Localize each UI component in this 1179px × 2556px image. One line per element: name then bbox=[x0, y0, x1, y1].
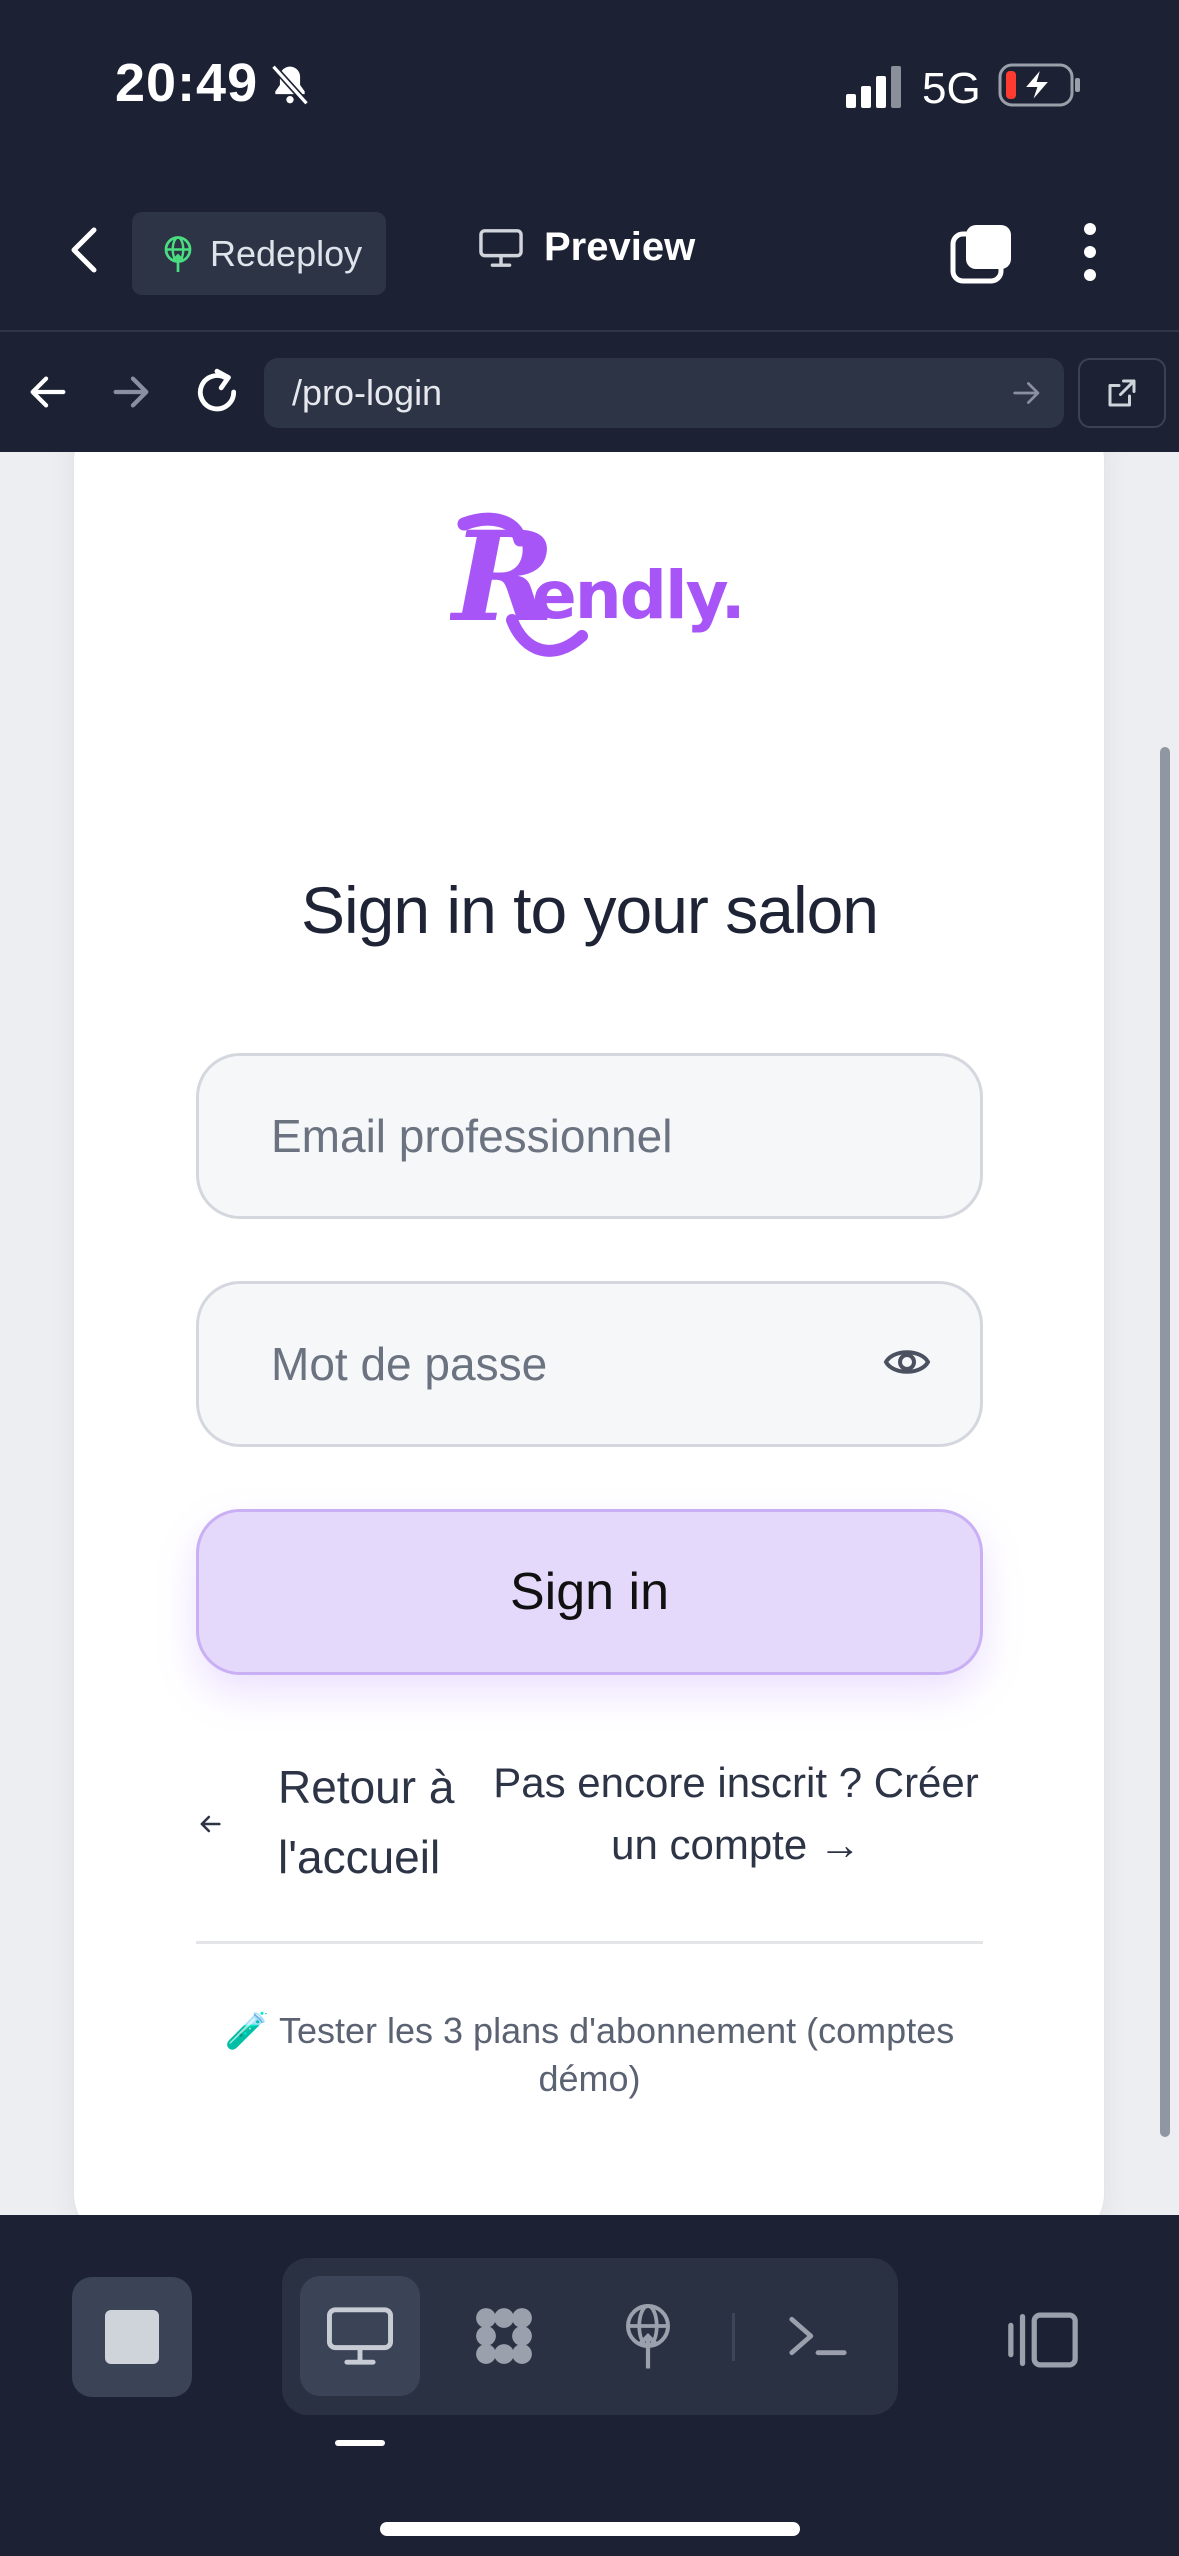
preview-label: Preview bbox=[544, 225, 696, 269]
reload-icon[interactable] bbox=[192, 362, 242, 422]
tool-switcher bbox=[282, 2258, 898, 2415]
web-viewport: R endly. Sign in to your salon Email pro… bbox=[0, 452, 1179, 2215]
url-text: /pro-login bbox=[292, 372, 443, 413]
globe-icon bbox=[164, 235, 192, 272]
test-plans-label: Tester les 3 plans d'abonnement (comptes… bbox=[278, 2010, 955, 2099]
go-arrow-icon[interactable] bbox=[1010, 378, 1044, 408]
home-indicator bbox=[380, 2522, 800, 2536]
scrollbar[interactable] bbox=[1160, 747, 1170, 2137]
status-bar: 20:49 5G bbox=[0, 0, 1179, 175]
external-link-icon bbox=[1108, 379, 1136, 407]
chevron-left-icon[interactable] bbox=[60, 220, 110, 280]
preview-tab[interactable]: Preview bbox=[478, 225, 695, 270]
back-home-link[interactable]: Retour à l'accueil bbox=[278, 1752, 478, 1892]
arrow-left-icon[interactable] bbox=[196, 1810, 224, 1838]
rendly-logo: R endly. bbox=[450, 512, 746, 657]
stop-button[interactable] bbox=[72, 2277, 192, 2397]
test-plans-link[interactable]: 🧪 Tester les 3 plans d'abonnement (compt… bbox=[196, 2007, 983, 2103]
arrow-left-icon[interactable] bbox=[25, 364, 71, 420]
deploy-icon bbox=[626, 2304, 670, 2369]
email-placeholder: Email professionnel bbox=[271, 1110, 673, 1162]
more-vertical-icon[interactable] bbox=[1075, 220, 1105, 284]
browser-toolbar: /pro-login bbox=[0, 330, 1179, 452]
network-type: 5G bbox=[922, 64, 981, 113]
terminal-icon bbox=[789, 2316, 847, 2356]
bottom-toolbar bbox=[0, 2215, 1179, 2556]
monitor-icon bbox=[326, 2307, 394, 2365]
eye-icon[interactable] bbox=[882, 1342, 932, 1382]
test-tube-icon: 🧪 bbox=[224, 2010, 270, 2051]
status-time: 20:49 bbox=[115, 53, 259, 113]
password-field[interactable]: Mot de passe bbox=[196, 1281, 983, 1447]
sign-in-label: Sign in bbox=[510, 1563, 669, 1621]
terminal-tool-button[interactable] bbox=[758, 2276, 878, 2396]
redeploy-button[interactable]: Redeploy bbox=[132, 212, 386, 295]
email-field[interactable]: Email professionnel bbox=[196, 1053, 983, 1219]
signal-icon bbox=[846, 66, 901, 108]
redeploy-label: Redeploy bbox=[210, 232, 363, 274]
svg-text:endly.: endly. bbox=[532, 557, 744, 634]
open-external-button[interactable] bbox=[1078, 358, 1166, 428]
active-tab-indicator bbox=[335, 2440, 385, 2446]
stop-icon bbox=[105, 2310, 159, 2364]
page-title: Sign in to your salon bbox=[300, 873, 879, 947]
divider bbox=[196, 1941, 983, 1944]
deploy-tool-button[interactable] bbox=[588, 2276, 708, 2396]
tool-separator bbox=[732, 2313, 735, 2361]
preview-tool-button[interactable] bbox=[300, 2276, 420, 2396]
battery-charging-icon bbox=[998, 63, 1080, 107]
password-placeholder: Mot de passe bbox=[271, 1338, 548, 1390]
arrow-right-icon[interactable] bbox=[108, 364, 154, 420]
url-input[interactable]: /pro-login bbox=[264, 358, 1064, 428]
app-header: Redeploy Preview bbox=[0, 175, 1179, 330]
auth-links: Retour à l'accueil Pas encore inscrit ? … bbox=[196, 1752, 983, 1902]
tabs-icon[interactable] bbox=[950, 222, 1014, 284]
side-panel-icon[interactable] bbox=[1005, 2310, 1081, 2370]
bell-off-icon bbox=[271, 64, 309, 106]
apps-tool-button[interactable] bbox=[444, 2276, 564, 2396]
create-account-link[interactable]: Pas encore inscrit ? Créer un compte → bbox=[486, 1752, 986, 1876]
sign-in-button[interactable]: Sign in bbox=[196, 1509, 983, 1675]
monitor-icon bbox=[479, 228, 523, 267]
apps-icon bbox=[476, 2308, 532, 2364]
